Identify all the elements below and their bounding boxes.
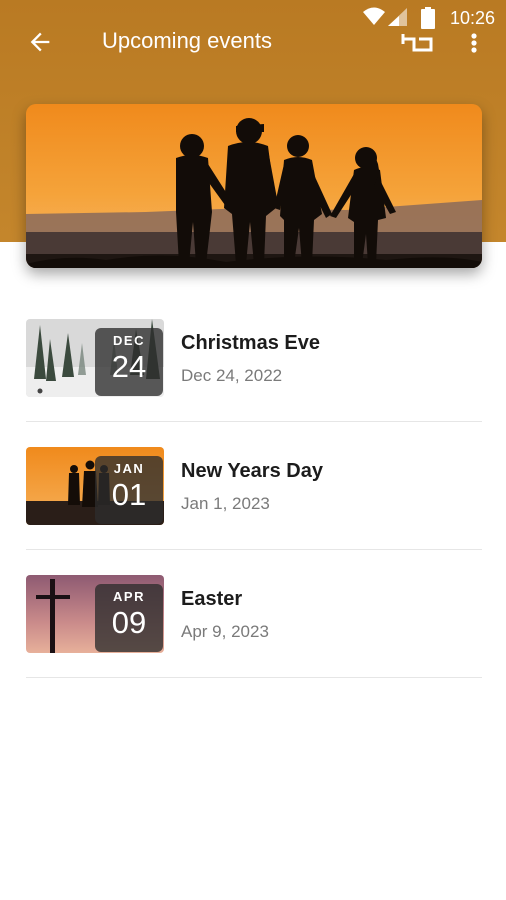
date-badge-day: 24 (111, 349, 147, 384)
event-date: Jan 1, 2023 (181, 494, 270, 513)
wifi-icon (363, 7, 385, 25)
date-badge-month: APR (113, 589, 145, 604)
event-row-easter[interactable]: APR 09 Easter Apr 9, 2023 (26, 550, 482, 678)
event-title: Easter (181, 588, 243, 610)
event-date: Apr 9, 2023 (181, 622, 269, 641)
date-badge-day: 01 (111, 477, 147, 512)
app-bar: Upcoming events (0, 24, 506, 60)
date-badge-month: DEC (113, 333, 145, 348)
event-row-new-years-day[interactable]: JAN 01 New Years Day Jan 1, 2023 (26, 422, 482, 550)
page-title: Upcoming events (102, 28, 272, 53)
cast-icon[interactable] (400, 30, 434, 56)
hero-image (26, 104, 482, 268)
date-badge-day: 09 (111, 605, 147, 640)
event-row-christmas-eve[interactable]: DEC 24 Christmas Eve Dec 24, 2022 (26, 294, 482, 422)
date-badge: JAN 01 (95, 456, 163, 524)
more-vertical-icon[interactable] (464, 30, 484, 56)
arrow-left-icon[interactable] (26, 28, 54, 56)
event-title: Christmas Eve (181, 332, 320, 354)
date-badge: APR 09 (95, 584, 163, 652)
event-title: New Years Day (181, 460, 323, 482)
event-list: DEC 24 Christmas Eve Dec 24, 2022 JAN 01… (26, 294, 482, 678)
event-thumbnail: JAN 01 (26, 447, 164, 525)
date-badge: DEC 24 (95, 328, 163, 396)
event-thumbnail: DEC 24 (26, 319, 164, 397)
date-badge-month: JAN (113, 461, 145, 476)
divider (26, 677, 482, 678)
event-date: Dec 24, 2022 (181, 366, 283, 385)
event-thumbnail: APR 09 (26, 575, 164, 653)
